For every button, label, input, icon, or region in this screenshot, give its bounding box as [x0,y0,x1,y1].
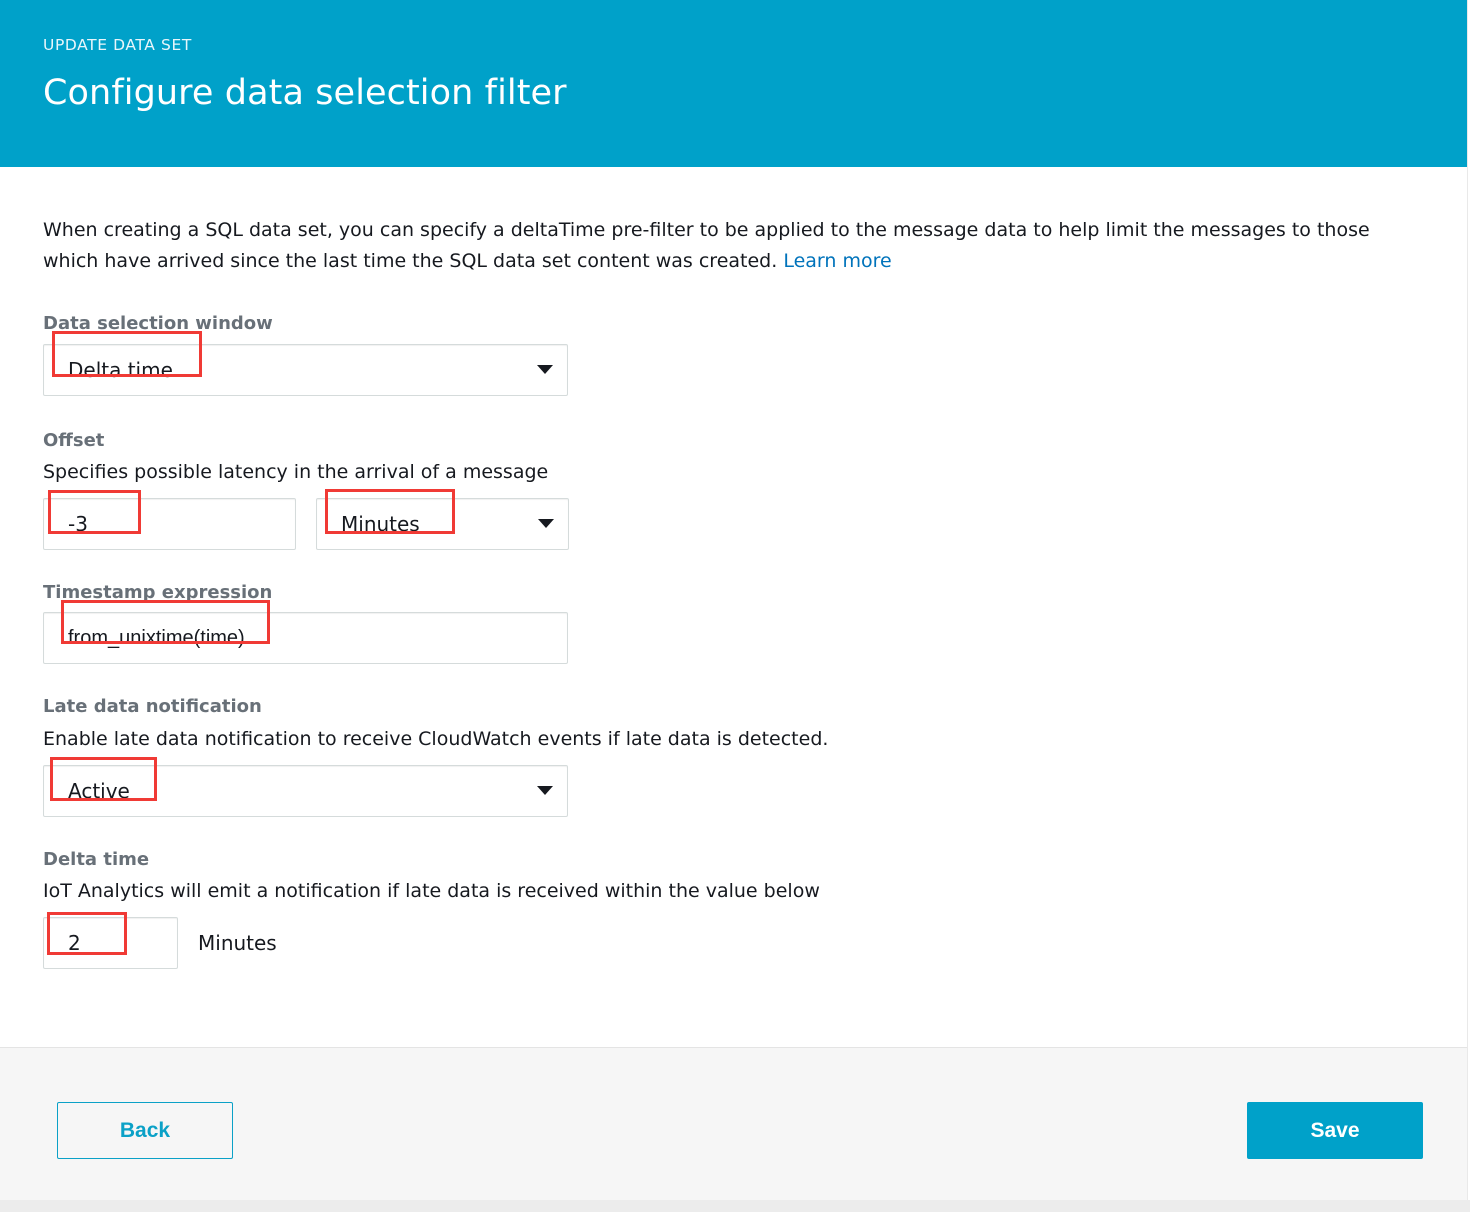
late-data-notification-description: Enable late data notification to receive… [43,727,1424,752]
late-data-notification-value: Active [68,779,529,803]
field-timestamp-expression: Timestamp expression from_unixtime(time) [43,582,1424,665]
offset-controls-row: -3 Minutes [43,498,1424,550]
chevron-down-icon [537,365,553,374]
field-late-data-notification: Late data notification Enable late data … [43,696,1424,816]
field-delta-time: Delta time IoT Analytics will emit a not… [43,849,1424,969]
intro-text: When creating a SQL data set, you can sp… [43,219,1370,272]
page-header: UPDATE DATA SET Configure data selection… [0,0,1467,167]
breadcrumb-eyebrow: UPDATE DATA SET [43,38,1467,54]
delta-time-value-input[interactable]: 2 [43,917,178,969]
late-data-notification-select[interactable]: Active [43,765,568,817]
page-footer: Back Save [0,1047,1467,1200]
data-selection-window-label: Data selection window [43,313,1424,335]
delta-time-description: IoT Analytics will emit a notification i… [43,879,1424,904]
offset-unit-value: Minutes [341,512,530,536]
configure-data-selection-filter-page: UPDATE DATA SET Configure data selection… [0,0,1470,1212]
page-bottom-strip [0,1200,1470,1212]
offset-unit-select[interactable]: Minutes [316,498,569,550]
save-button[interactable]: Save [1247,1102,1423,1159]
learn-more-link[interactable]: Learn more [783,250,891,272]
intro-paragraph: When creating a SQL data set, you can sp… [43,215,1424,277]
timestamp-expression-label: Timestamp expression [43,582,1424,604]
offset-label: Offset [43,430,1424,452]
delta-time-value: 2 [68,931,163,955]
page-title: Configure data selection filter [43,74,1467,113]
data-selection-window-value: Delta time [68,358,529,382]
offset-value-input[interactable]: -3 [43,498,296,550]
chevron-down-icon [537,786,553,795]
offset-description: Specifies possible latency in the arriva… [43,460,1424,485]
delta-time-unit-label: Minutes [198,931,277,955]
delta-time-label: Delta time [43,849,1424,871]
timestamp-expression-input[interactable]: from_unixtime(time) [43,612,568,664]
back-button[interactable]: Back [57,1102,233,1159]
field-offset: Offset Specifies possible latency in the… [43,430,1424,550]
late-data-notification-label: Late data notification [43,696,1424,718]
offset-value: -3 [68,512,281,536]
field-data-selection-window: Data selection window Delta time [43,313,1424,396]
data-selection-window-select[interactable]: Delta time [43,344,568,396]
timestamp-expression-value: from_unixtime(time) [68,627,553,650]
form-body: When creating a SQL data set, you can sp… [0,167,1467,1047]
delta-time-controls-row: 2 Minutes [43,917,1424,969]
chevron-down-icon [538,519,554,528]
